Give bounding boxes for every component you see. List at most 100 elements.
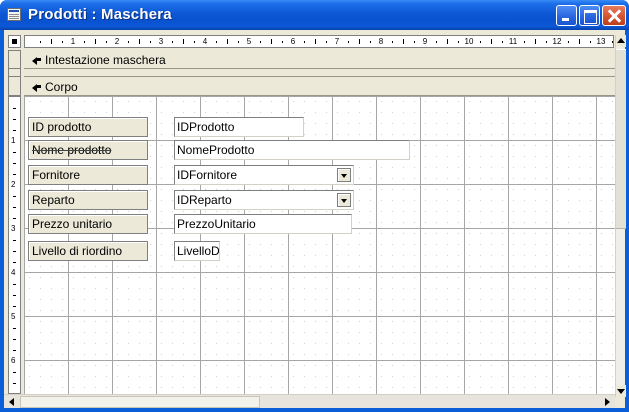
ruler-tick [13, 251, 16, 252]
ruler-tick [13, 152, 16, 153]
ruler-number: 5 [246, 37, 252, 46]
vertical-scroll-thumb[interactable] [616, 49, 626, 229]
horizontal-ruler[interactable]: 1 2 3 4 5 6 7 8 9 10 11 12 13 [24, 35, 614, 48]
ruler-tick [436, 41, 437, 43]
ruler-number: 1 [11, 136, 16, 145]
ruler-tick [568, 41, 569, 43]
design-area: 1 2 3 4 5 6 7 8 9 10 11 12 13 123456 Intestazione ma… [4, 30, 626, 408]
body-vertical-ruler[interactable]: 1 2 3 4 5 6 [8, 96, 21, 394]
ruler-tick [304, 41, 305, 43]
ruler-tick [458, 41, 459, 43]
label-prezzo-unitario[interactable]: Prezzo unitario [28, 214, 148, 234]
horizontal-scrollbar[interactable] [4, 394, 615, 408]
scroll-right-arrow-icon[interactable] [601, 396, 613, 408]
textbox-livello-riordino[interactable]: LivelloD [174, 241, 220, 261]
ruler-tick [13, 339, 16, 340]
ruler-tick [13, 295, 16, 296]
ruler-tick [13, 207, 16, 208]
ruler-tick [95, 39, 96, 44]
ruler-tick [535, 39, 536, 44]
ruler-tick [13, 328, 16, 329]
ruler-number: 9 [422, 37, 428, 46]
section-selector-icon [32, 82, 42, 92]
ruler-number: 4 [11, 268, 16, 277]
combo-reparto[interactable]: IDReparto [174, 190, 354, 210]
label-fornitore[interactable]: Fornitore [28, 165, 148, 185]
ruler-tick [359, 39, 360, 44]
combo-fornitore[interactable]: IDFornitore [174, 165, 354, 185]
ruler-number: 3 [11, 224, 16, 233]
ruler-tick [491, 39, 492, 44]
ruler-tick [414, 41, 415, 43]
form-header-bar[interactable]: Intestazione maschera [24, 51, 615, 69]
ruler-tick [502, 41, 503, 43]
ruler-tick [13, 372, 16, 373]
ruler-tick [282, 41, 283, 43]
ruler-number: 1 [70, 37, 76, 46]
ruler-tick [13, 163, 16, 164]
ruler-tick [590, 41, 591, 43]
ruler-number: 13 [596, 37, 606, 46]
form-header-area[interactable] [24, 69, 615, 77]
header-band-selector[interactable] [8, 69, 21, 77]
ruler-tick [13, 350, 16, 351]
vertical-scrollbar[interactable] [615, 35, 626, 397]
ruler-tick [13, 174, 16, 175]
ruler-tick [227, 39, 228, 44]
ruler-tick [579, 39, 580, 44]
ruler-tick [128, 41, 129, 43]
label-id-prodotto[interactable]: ID prodotto [28, 117, 148, 137]
title-bar[interactable]: Prodotti : Maschera [0, 0, 629, 30]
ruler-tick [194, 41, 195, 43]
ruler-tick [183, 39, 184, 44]
label-reparto[interactable]: Reparto [28, 190, 148, 210]
scroll-up-arrow-icon[interactable] [616, 35, 626, 47]
textbox-nome-prodotto[interactable]: NomeProdotto [174, 140, 410, 160]
scroll-down-arrow-icon[interactable] [616, 385, 626, 397]
ruler-tick [348, 41, 349, 43]
ruler-tick [172, 41, 173, 43]
dropdown-arrow-icon[interactable] [337, 193, 351, 207]
ruler-tick [13, 383, 16, 384]
label-livello-riordino[interactable]: Livello di riordino [28, 241, 148, 261]
form-selector[interactable] [8, 35, 21, 48]
ruler-tick [392, 41, 393, 43]
design-grid[interactable]: ID prodotto IDProdotto Nome prodotto Nom… [24, 96, 615, 394]
ruler-number: 8 [378, 37, 384, 46]
horizontal-scroll-thumb[interactable] [20, 396, 260, 408]
ruler-tick [51, 39, 52, 44]
ruler-tick [13, 108, 16, 109]
ruler-tick [62, 41, 63, 43]
close-button[interactable] [602, 5, 626, 26]
ruler-tick [447, 39, 448, 44]
header-section-selector[interactable] [8, 50, 21, 69]
body-section-bar[interactable]: Corpo [24, 78, 615, 96]
window-title: Prodotti : Maschera [28, 6, 172, 23]
dropdown-arrow-icon[interactable] [337, 168, 351, 182]
ruler-tick [326, 41, 327, 43]
ruler-tick [13, 262, 16, 263]
body-section-selector[interactable] [8, 77, 21, 96]
vertical-ruler: 1 2 3 4 5 6 [8, 50, 21, 394]
scroll-left-arrow-icon[interactable] [6, 396, 18, 408]
ruler-tick [524, 41, 525, 43]
form-window-icon[interactable] [7, 8, 21, 21]
ruler-number: 3 [158, 37, 164, 46]
ruler-tick [84, 41, 85, 43]
section-selector-icon [32, 55, 42, 65]
ruler-number: 10 [464, 37, 474, 46]
ruler-number: 2 [114, 37, 120, 46]
ruler-tick [13, 284, 16, 285]
minimize-button[interactable] [556, 5, 577, 26]
ruler-number: 7 [334, 37, 340, 46]
ruler-number: 6 [11, 356, 16, 365]
textbox-prezzo-unitario[interactable]: PrezzoUnitario [174, 214, 352, 234]
ruler-tick [370, 41, 371, 43]
ruler-tick [13, 240, 16, 241]
ruler-tick [13, 196, 16, 197]
maximize-button[interactable] [579, 5, 600, 26]
ruler-tick [271, 39, 272, 44]
ruler-tick [40, 41, 41, 43]
textbox-id-prodotto[interactable]: IDProdotto [174, 117, 304, 137]
label-nome-prodotto[interactable]: Nome prodotto [28, 140, 148, 160]
